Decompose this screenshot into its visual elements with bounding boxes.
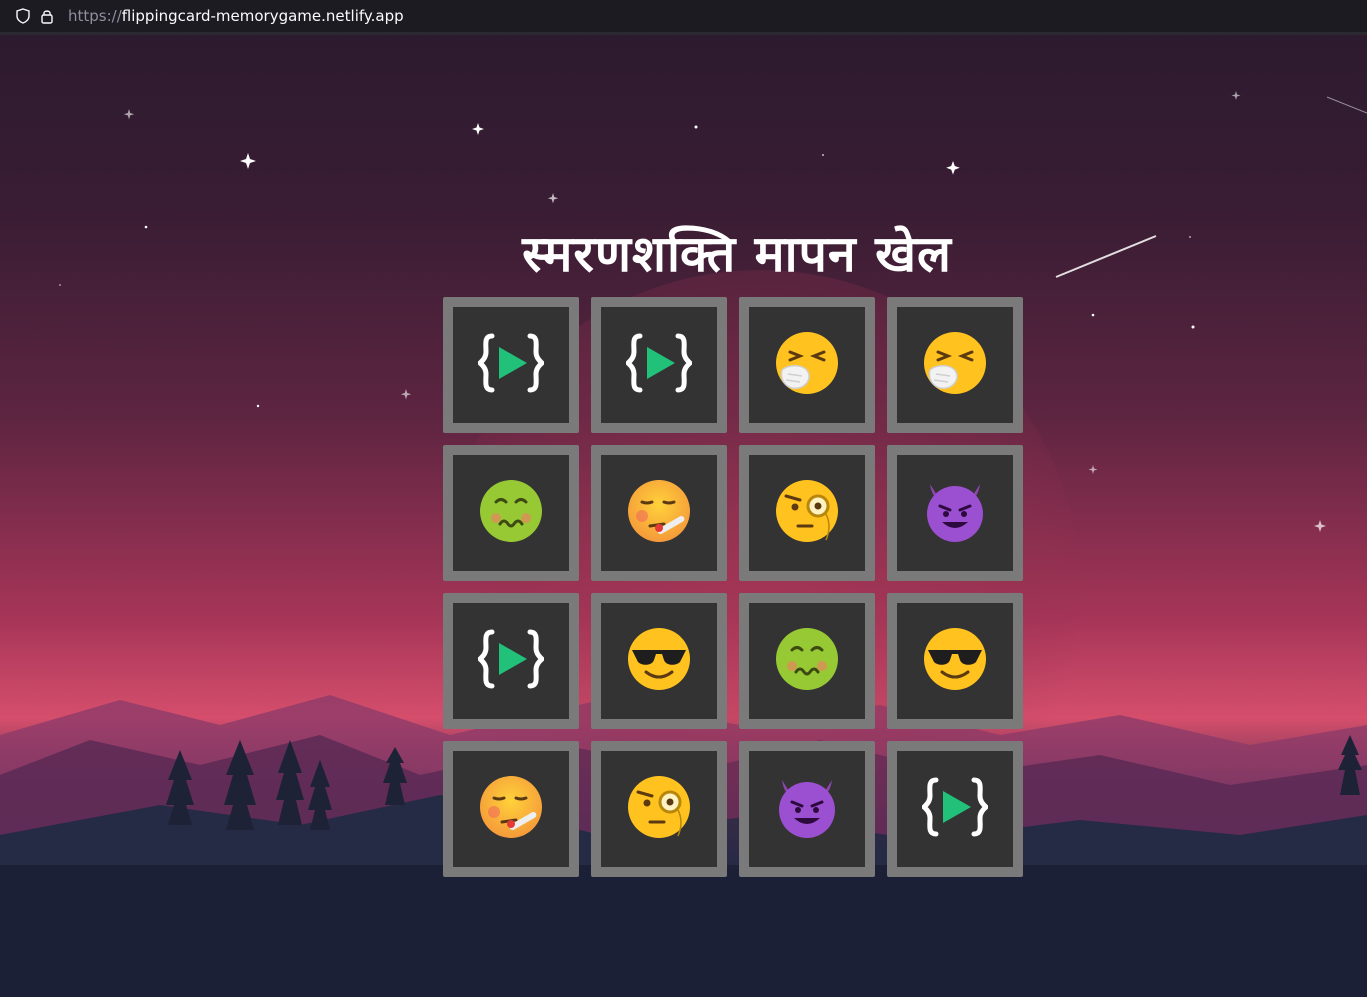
monocle-face-icon <box>626 774 692 844</box>
card-face <box>601 307 717 423</box>
page-title: स्मरणशक्ति मापन खेल <box>522 225 952 283</box>
memory-card[interactable] <box>739 297 875 433</box>
smiling-devil-icon <box>774 774 840 844</box>
star <box>400 389 412 400</box>
card-face <box>601 751 717 867</box>
memory-card[interactable] <box>887 297 1023 433</box>
card-face <box>749 307 865 423</box>
memory-card[interactable] <box>443 297 579 433</box>
card-face <box>897 751 1013 867</box>
card-face <box>453 603 569 719</box>
card-face <box>453 455 569 571</box>
monocle-face-icon <box>774 478 840 548</box>
memory-card[interactable] <box>739 741 875 877</box>
card-face <box>749 455 865 571</box>
code-play-icon <box>476 330 546 400</box>
card-face <box>897 455 1013 571</box>
memory-card[interactable] <box>887 445 1023 581</box>
star <box>822 154 824 156</box>
memory-card[interactable] <box>591 297 727 433</box>
memory-card[interactable] <box>443 445 579 581</box>
star <box>547 193 559 204</box>
code-play-icon <box>624 330 694 400</box>
memory-card[interactable] <box>887 593 1023 729</box>
memory-card[interactable] <box>591 445 727 581</box>
thermometer-face-icon <box>626 478 692 548</box>
nauseated-face-icon <box>774 626 840 696</box>
card-face <box>601 455 717 571</box>
memory-card[interactable] <box>443 741 579 877</box>
star <box>1314 520 1326 532</box>
memory-card[interactable] <box>591 593 727 729</box>
sneezing-face-icon <box>774 330 840 400</box>
star <box>123 109 135 120</box>
star <box>1088 465 1098 474</box>
url-scheme: https:// <box>68 7 122 25</box>
shield-icon[interactable] <box>14 7 32 25</box>
browser-address-bar[interactable]: https://flippingcard-memorygame.netlify.… <box>0 0 1367 35</box>
thermometer-face-icon <box>478 774 544 844</box>
star <box>946 161 960 175</box>
memory-card[interactable] <box>739 593 875 729</box>
memory-card[interactable] <box>443 593 579 729</box>
nauseated-face-icon <box>478 478 544 548</box>
star <box>694 125 698 129</box>
sunglasses-face-icon <box>626 626 692 696</box>
star <box>472 123 484 135</box>
star <box>256 404 260 408</box>
card-face <box>897 307 1013 423</box>
sunglasses-face-icon <box>922 626 988 696</box>
card-face <box>453 307 569 423</box>
url-text[interactable]: https://flippingcard-memorygame.netlify.… <box>68 7 404 25</box>
code-play-icon <box>476 626 546 696</box>
star <box>1091 313 1095 317</box>
memory-card[interactable] <box>887 741 1023 877</box>
card-face <box>601 603 717 719</box>
lock-icon[interactable] <box>38 7 56 25</box>
star <box>1231 91 1241 100</box>
code-play-icon <box>920 774 990 844</box>
card-grid <box>443 297 1023 877</box>
star <box>1191 325 1195 329</box>
card-face <box>453 751 569 867</box>
card-face <box>897 603 1013 719</box>
url-host: flippingcard-memorygame.netlify.app <box>121 7 404 25</box>
smiling-devil-icon <box>922 478 988 548</box>
card-face <box>749 603 865 719</box>
memory-card[interactable] <box>739 445 875 581</box>
sneezing-face-icon <box>922 330 988 400</box>
memory-card[interactable] <box>591 741 727 877</box>
shooting-star <box>1326 96 1367 114</box>
card-face <box>749 751 865 867</box>
star <box>240 153 256 169</box>
